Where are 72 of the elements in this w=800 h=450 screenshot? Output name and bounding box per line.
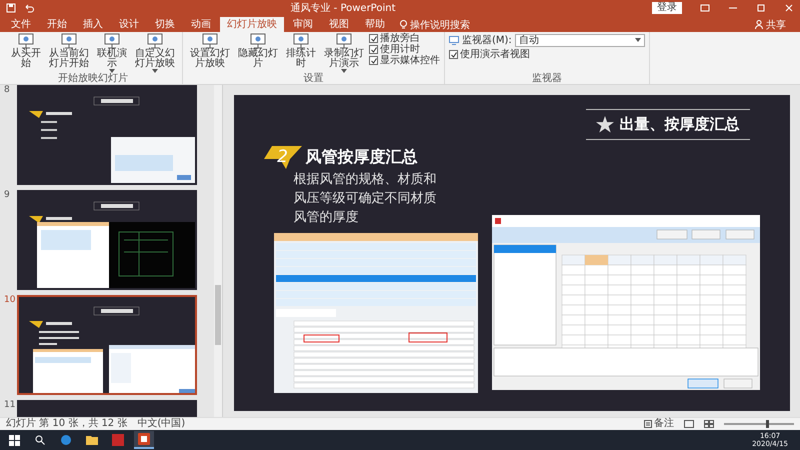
window-title: 通风专业 - PowerPoint xyxy=(289,2,397,15)
star-icon xyxy=(596,116,614,133)
ribbon-tab[interactable]: 开始 xyxy=(40,17,74,32)
ribbon-tab[interactable]: 帮助 xyxy=(358,17,392,32)
restore-icon[interactable] xyxy=(756,3,766,13)
sorter-view-icon[interactable] xyxy=(704,420,714,428)
ribbon-tab[interactable]: 设计 xyxy=(112,17,146,32)
slide-number: 9 xyxy=(4,190,11,200)
tell-me-search[interactable]: 操作说明搜索 xyxy=(394,17,476,32)
ribbon-button[interactable]: 录制幻灯片演示 xyxy=(321,33,367,73)
slide-thumbnail[interactable] xyxy=(17,295,197,395)
presentation-app-icon xyxy=(138,433,150,445)
slide-number: 11 xyxy=(4,400,14,410)
windows-icon xyxy=(8,434,20,446)
caret-icon xyxy=(341,69,347,73)
notes-button[interactable]: 备注 xyxy=(644,419,674,429)
ribbon-button[interactable]: 联机演示 xyxy=(94,33,130,73)
ribbon-tab[interactable]: 切换 xyxy=(148,17,182,32)
ribbon-tab[interactable]: 视图 xyxy=(322,17,356,32)
search-icon xyxy=(35,435,45,445)
body-text: 风管的厚度 xyxy=(294,209,358,227)
monitor-label: 监视器(M): xyxy=(462,34,512,47)
circle-icon xyxy=(60,434,72,446)
group-label: 监视器 xyxy=(530,73,563,84)
lightbulb-icon xyxy=(400,20,407,30)
monitor-dropdown[interactable]: 自动 xyxy=(514,34,645,46)
slide-number: 8 xyxy=(4,85,11,95)
number-badge: 2 xyxy=(264,144,302,170)
save-icon[interactable] xyxy=(6,3,16,13)
ribbon-tab[interactable]: 审阅 xyxy=(286,17,320,32)
scrollbar-thumb[interactable] xyxy=(215,285,221,345)
person-icon xyxy=(755,20,763,29)
sign-in-button[interactable]: 登录 xyxy=(652,2,682,14)
close-icon[interactable] xyxy=(784,3,794,13)
caret-icon xyxy=(152,69,158,73)
checkbox[interactable]: 使用计时 xyxy=(369,44,440,55)
checkbox[interactable]: 显示媒体控件 xyxy=(369,55,440,66)
section-title-banner: 出量、按厚度汇总 xyxy=(586,109,750,140)
taskbar-button[interactable] xyxy=(134,431,154,449)
slide-thumbnail[interactable] xyxy=(17,85,197,185)
notes-icon xyxy=(644,420,652,428)
undo-icon[interactable] xyxy=(24,3,34,13)
check-icon xyxy=(450,52,456,58)
ribbon-button[interactable]: 隐藏幻灯片 xyxy=(235,33,281,69)
slide-thumbnail[interactable] xyxy=(17,190,197,290)
caret-icon xyxy=(634,38,641,42)
ribbon-tab[interactable]: 幻灯片放映 xyxy=(220,17,284,32)
checkbox[interactable]: 播放旁白 xyxy=(369,33,440,44)
share-button[interactable]: 共享 xyxy=(749,17,792,32)
slide-heading: 风管按厚度汇总 xyxy=(306,146,418,168)
language-status[interactable]: 中文(中国) xyxy=(137,419,186,429)
ribbon-button[interactable]: 排练计时 xyxy=(283,33,319,69)
caret-icon xyxy=(109,69,115,73)
group-label: 设置 xyxy=(302,73,324,84)
folder-icon xyxy=(86,435,98,445)
ribbon-button[interactable]: 从当前幻灯片开始 xyxy=(46,33,92,69)
body-text: 根据风管的规格、材质和 xyxy=(294,171,436,189)
ribbon-button[interactable]: 设置幻灯片放映 xyxy=(187,33,233,69)
body-text: 风压等级可确定不同材质 xyxy=(294,190,436,208)
ribbon-button[interactable]: 从头开始 xyxy=(8,33,44,69)
ribbon-tab[interactable]: 文件 xyxy=(4,17,38,32)
ribbon-tab[interactable]: 插入 xyxy=(76,17,110,32)
group-label: 开始放映幻灯片 xyxy=(57,73,129,84)
checkbox[interactable]: 使用演示者视图 xyxy=(449,49,530,60)
app-icon xyxy=(112,434,124,446)
slide-number: 10 xyxy=(4,295,14,305)
normal-view-icon[interactable] xyxy=(684,420,694,428)
ribbon-button[interactable]: 自定义幻灯片放映 xyxy=(132,33,178,73)
ribbon-display-icon[interactable] xyxy=(700,3,710,13)
ribbon-tab[interactable]: 动画 xyxy=(184,17,218,32)
slide-count: 幻灯片 第 10 张，共 12 张 xyxy=(6,419,128,429)
monitor-icon xyxy=(449,36,459,44)
